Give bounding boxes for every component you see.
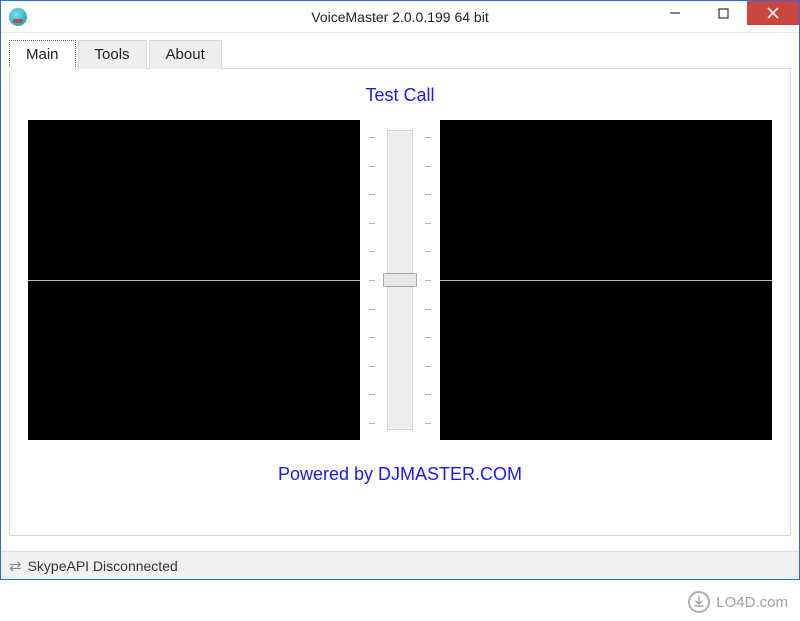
titlebar[interactable]: VoiceMaster 2.0.0.199 64 bit: [1, 1, 799, 33]
maximize-button[interactable]: [699, 1, 747, 25]
slider-thumb[interactable]: [383, 273, 417, 287]
waveform-row: [28, 120, 772, 440]
status-bar: ⇄ SkypeAPI Disconnected: [1, 551, 799, 579]
download-icon: [688, 591, 710, 613]
watermark: LO4D.com: [688, 591, 788, 613]
content-area: Main Tools About Test Call: [1, 33, 799, 536]
waveform-baseline: [440, 280, 772, 281]
level-slider[interactable]: [372, 120, 428, 440]
test-call-link[interactable]: Test Call: [28, 85, 772, 106]
waveform-right: [440, 120, 772, 440]
slider-track[interactable]: [387, 130, 413, 430]
tab-tools[interactable]: Tools: [78, 40, 147, 69]
tab-main[interactable]: Main: [9, 40, 76, 69]
app-icon: [9, 8, 27, 26]
window-controls: [651, 1, 799, 27]
status-text: SkypeAPI Disconnected: [28, 558, 178, 574]
tab-strip: Main Tools About: [9, 40, 791, 69]
powered-by-link[interactable]: Powered by DJMASTER.COM: [28, 464, 772, 485]
minimize-button[interactable]: [651, 1, 699, 25]
window-title: VoiceMaster 2.0.0.199 64 bit: [311, 9, 488, 25]
waveform-left: [28, 120, 360, 440]
tab-panel-main: Test Call Powered by DJMASTER.COM: [9, 68, 791, 536]
sync-icon: ⇄: [9, 557, 22, 575]
watermark-text: LO4D.com: [716, 594, 788, 611]
waveform-baseline: [28, 280, 360, 281]
tab-about[interactable]: About: [149, 40, 222, 69]
close-button[interactable]: [747, 1, 799, 25]
application-window: VoiceMaster 2.0.0.199 64 bit Main Tools …: [0, 0, 800, 580]
